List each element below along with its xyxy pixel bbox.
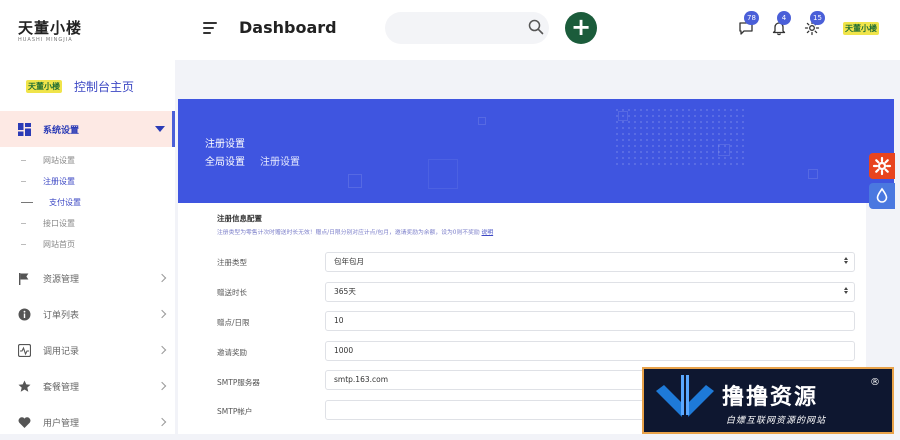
chevron-right-icon [157, 381, 167, 391]
sidebar-item-orders[interactable]: 订单列表 [0, 296, 175, 332]
sidebar-subitem-label: 网站设置 [43, 156, 75, 165]
sidebar-subitem-site-settings[interactable]: 网站设置 [0, 151, 175, 171]
star-icon [18, 380, 31, 392]
page-title: Dashboard [239, 18, 337, 37]
watermark-logo: 撸撸资源 ® 白嫖互联网资源的网站 [642, 367, 894, 434]
banner-title: 注册设置 [205, 139, 245, 150]
sidebar-home-link[interactable]: 天董小楼 控制台主页 [26, 78, 134, 95]
sidebar-subitem-site-home[interactable]: 网站首页 [0, 235, 175, 255]
field-label: SMTP服务器 [217, 378, 260, 387]
sidebar-item-call-logs[interactable]: 调用记录 [0, 332, 175, 368]
gift-duration-select[interactable]: 365天 [325, 282, 855, 302]
breadcrumb-register-settings[interactable]: 注册设置 [260, 153, 300, 168]
section-description: 注册类型为零售计次时赠送时长无效！赠点/日限分别对应计点/包月，邀请奖励为余额，… [217, 230, 494, 236]
color-picker-button[interactable] [869, 183, 895, 209]
chevron-right-icon [157, 309, 167, 319]
watermark-registered-mark: ® [870, 377, 880, 388]
settings-badge: 15 [810, 11, 825, 25]
menu-toggle-icon[interactable] [203, 22, 217, 36]
page-header-banner: 注册设置 全局设置 注册设置 [178, 99, 894, 203]
sidebar-subitem-label: 网站首页 [43, 240, 75, 249]
register-type-select[interactable]: 包年包月 [325, 252, 855, 272]
dashboard-grid-icon [18, 122, 31, 136]
chevron-right-icon [157, 273, 167, 283]
watermark-subtitle: 白嫖互联网资源的网站 [726, 416, 827, 426]
messages-button[interactable]: 78 [738, 11, 759, 36]
sidebar-subitem-label: 支付设置 [49, 198, 81, 207]
field-label: 注册类型 [217, 258, 247, 267]
sidebar-subitem-label: 接口设置 [43, 219, 75, 228]
search-icon[interactable] [527, 18, 545, 36]
activity-icon [18, 343, 31, 357]
sidebar-item-system-settings[interactable]: 系统设置 [0, 111, 175, 147]
field-label: 赠点/日限 [217, 318, 250, 327]
sidebar-subitem-label: 注册设置 [43, 177, 75, 186]
sidebar: 天董小楼 控制台主页 系统设置 网站设置 注册设置 支付设置 接口设置 网站首页… [0, 60, 175, 434]
sidebar-item-label: 资源管理 [43, 274, 80, 285]
notifications-badge: 4 [777, 11, 791, 25]
notifications-button[interactable]: 4 [771, 11, 791, 36]
theme-settings-button[interactable] [869, 153, 895, 179]
select-arrows-icon [844, 257, 849, 267]
search-input[interactable] [385, 12, 549, 44]
brand-logo-subtitle: HUASHI MINGJIA [18, 37, 73, 43]
gear-icon [872, 156, 892, 176]
sidebar-subitem-register-settings[interactable]: 注册设置 [0, 172, 175, 192]
sidebar-item-resources[interactable]: 资源管理 [0, 260, 175, 296]
watermark-title: 撸撸资源 [722, 385, 819, 410]
sidebar-subitem-api-settings[interactable]: 接口设置 [0, 214, 175, 234]
breadcrumb-global-settings[interactable]: 全局设置 [205, 153, 245, 168]
field-label: 邀请奖励 [217, 348, 247, 357]
section-title: 注册信息配置 [217, 214, 262, 223]
brand-logo[interactable]: 天董小楼 [18, 17, 82, 38]
user-avatar[interactable]: 天董小楼 [843, 22, 879, 35]
sidebar-home-label: 控制台主页 [74, 80, 135, 94]
chevron-right-icon [157, 345, 167, 355]
chevron-right-icon [157, 417, 167, 427]
invite-reward-input[interactable]: 1000 [325, 341, 855, 361]
gift-points-input[interactable]: 10 [325, 311, 855, 331]
flag-icon [19, 272, 29, 285]
sidebar-item-packages[interactable]: 套餐管理 [0, 368, 175, 404]
help-link[interactable]: 说明 [482, 230, 494, 236]
settings-button[interactable]: 15 [804, 11, 825, 36]
add-button[interactable]: + [565, 12, 597, 44]
sidebar-item-label: 套餐管理 [43, 382, 80, 393]
field-label: 赠送时长 [217, 288, 247, 297]
messages-badge: 78 [744, 11, 759, 25]
sidebar-item-label: 系统设置 [43, 125, 80, 136]
droplet-icon [876, 187, 888, 203]
field-label: SMTP帐户 [217, 407, 253, 416]
heart-icon [18, 416, 31, 428]
sidebar-item-users[interactable]: 用户管理 [0, 404, 175, 440]
sidebar-logo: 天董小楼 [26, 80, 62, 93]
sidebar-subitem-payment-settings[interactable]: 支付设置 [0, 193, 175, 213]
select-arrows-icon [844, 287, 849, 297]
sidebar-item-label: 调用记录 [43, 346, 80, 357]
watermark-emblem-icon [656, 375, 714, 417]
caret-down-icon [155, 126, 165, 132]
top-bar: 天董小楼 HUASHI MINGJIA Dashboard + 78 4 15 … [0, 0, 900, 60]
sidebar-item-label: 订单列表 [43, 310, 80, 321]
info-icon [18, 308, 31, 320]
sidebar-item-label: 用户管理 [43, 418, 80, 429]
